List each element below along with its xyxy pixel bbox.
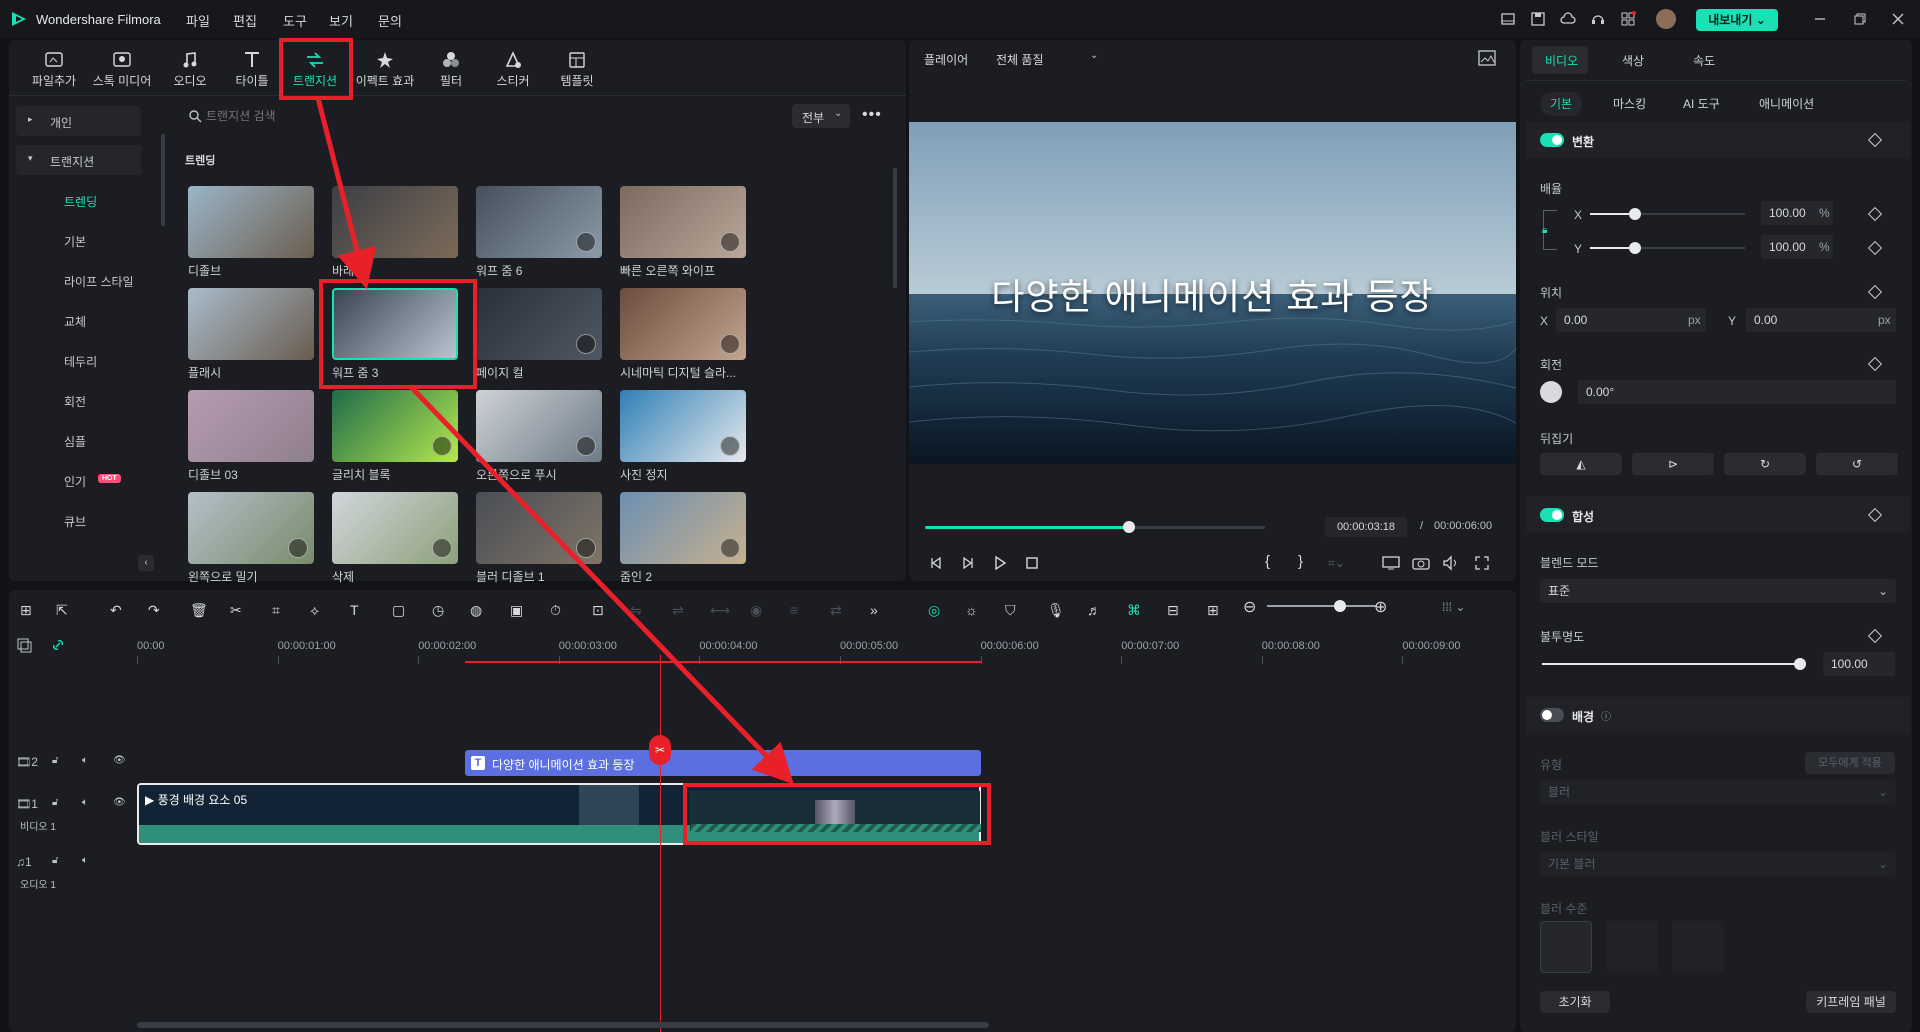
annotation-arrows — [315, 97, 794, 785]
